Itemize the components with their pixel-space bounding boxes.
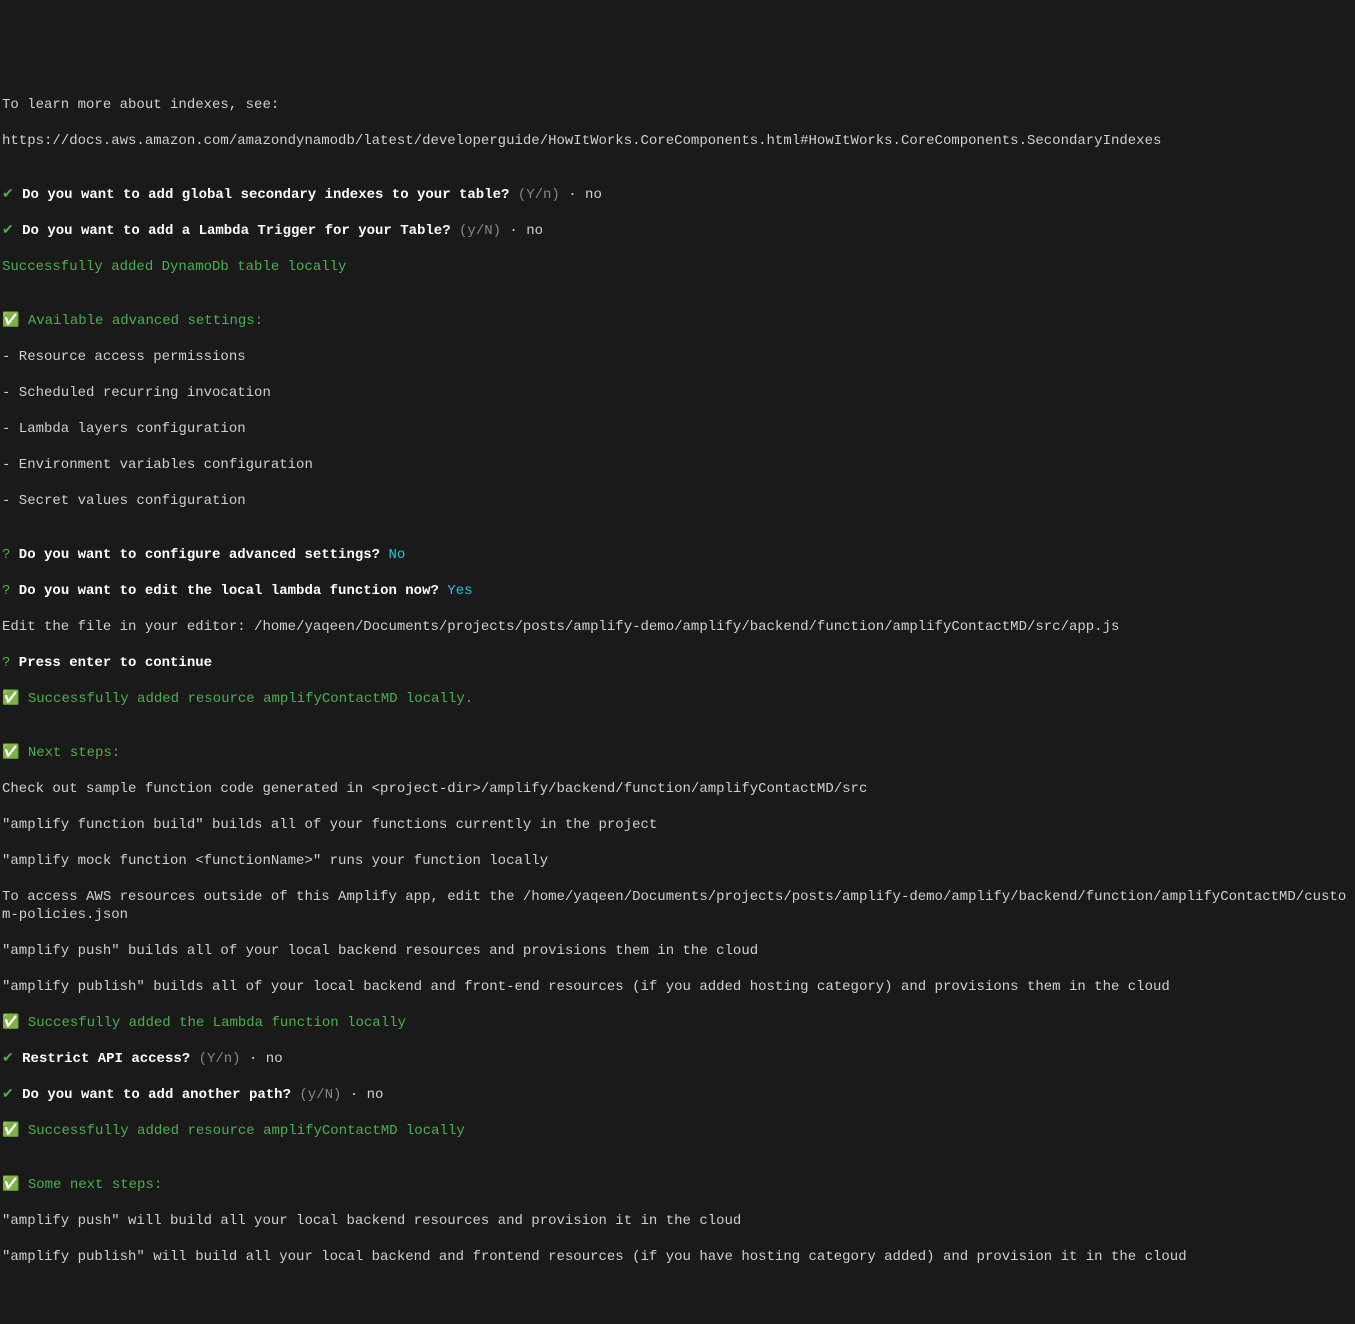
success-line: ✅ Succesfully added the Lambda function … bbox=[2, 1014, 1353, 1032]
separator: · bbox=[509, 223, 517, 239]
prompt-hint: (Y/n) bbox=[190, 1051, 249, 1067]
text-line: To learn more about indexes, see: bbox=[2, 96, 1353, 114]
check-icon: ✔ bbox=[2, 1087, 14, 1103]
heading-text: Some next steps: bbox=[28, 1177, 162, 1193]
success-message: Successfully added DynamoDb table locall… bbox=[2, 258, 1353, 276]
prompt-line: ? Press enter to continue bbox=[2, 654, 1353, 672]
separator: · bbox=[249, 1051, 257, 1067]
heading-text: Next steps: bbox=[28, 745, 120, 761]
prompt-answer: no bbox=[577, 187, 602, 203]
checkbox-icon: ✅ bbox=[2, 1123, 28, 1139]
prompt-hint: (Y/n) bbox=[509, 187, 568, 203]
prompt-line: ✔ Do you want to add a Lambda Trigger fo… bbox=[2, 222, 1353, 240]
success-line: ✅ Successfully added resource amplifyCon… bbox=[2, 1122, 1353, 1140]
checkbox-icon: ✅ bbox=[2, 745, 28, 761]
prompt-hint: (y/N) bbox=[291, 1087, 350, 1103]
prompt-question: Do you want to configure advanced settin… bbox=[10, 547, 380, 563]
list-item: - Scheduled recurring invocation bbox=[2, 384, 1353, 402]
text-line: "amplify push" will build all your local… bbox=[2, 1212, 1353, 1230]
prompt-answer: no bbox=[257, 1051, 282, 1067]
text-line: "amplify mock function <functionName>" r… bbox=[2, 852, 1353, 870]
prompt-line: ? Do you want to configure advanced sett… bbox=[2, 546, 1353, 564]
terminal-output: To learn more about indexes, see: https:… bbox=[2, 78, 1353, 1284]
url-line: https://docs.aws.amazon.com/amazondynamo… bbox=[2, 132, 1353, 150]
checkbox-icon: ✅ bbox=[2, 1177, 28, 1193]
success-line: ✅ Successfully added resource amplifyCon… bbox=[2, 690, 1353, 708]
heading-line: ✅ Some next steps: bbox=[2, 1176, 1353, 1194]
text-line: "amplify function build" builds all of y… bbox=[2, 816, 1353, 834]
success-message: Successfully added resource amplifyConta… bbox=[28, 691, 473, 707]
prompt-hint: (y/N) bbox=[451, 223, 510, 239]
checkbox-icon: ✅ bbox=[2, 1015, 28, 1031]
prompt-question: Press enter to continue bbox=[10, 655, 212, 671]
check-icon: ✔ bbox=[2, 1051, 14, 1067]
prompt-question: Do you want to add another path? bbox=[14, 1087, 291, 1103]
text-line: "amplify push" builds all of your local … bbox=[2, 942, 1353, 960]
heading-line: ✅ Available advanced settings: bbox=[2, 312, 1353, 330]
prompt-answer: No bbox=[380, 547, 405, 563]
separator: · bbox=[350, 1087, 358, 1103]
list-item: - Lambda layers configuration bbox=[2, 420, 1353, 438]
text-line: Check out sample function code generated… bbox=[2, 780, 1353, 798]
prompt-question: Do you want to add a Lambda Trigger for … bbox=[14, 223, 451, 239]
text-line: "amplify publish" will build all your lo… bbox=[2, 1248, 1353, 1266]
success-message: Successfully added resource amplifyConta… bbox=[28, 1123, 465, 1139]
success-message: Succesfully added the Lambda function lo… bbox=[28, 1015, 406, 1031]
check-icon: ✔ bbox=[2, 187, 14, 203]
heading-text: Available advanced settings: bbox=[28, 313, 263, 329]
list-item: - Resource access permissions bbox=[2, 348, 1353, 366]
prompt-answer: Yes bbox=[439, 583, 473, 599]
heading-line: ✅ Next steps: bbox=[2, 744, 1353, 762]
list-item: - Secret values configuration bbox=[2, 492, 1353, 510]
prompt-answer: no bbox=[358, 1087, 383, 1103]
prompt-line: ✔ Do you want to add global secondary in… bbox=[2, 186, 1353, 204]
prompt-question: Do you want to edit the local lambda fun… bbox=[10, 583, 438, 599]
text-line: To access AWS resources outside of this … bbox=[2, 888, 1353, 924]
prompt-line: ✔ Restrict API access? (Y/n) · no bbox=[2, 1050, 1353, 1068]
prompt-line: ✔ Do you want to add another path? (y/N)… bbox=[2, 1086, 1353, 1104]
checkbox-icon: ✅ bbox=[2, 691, 28, 707]
prompt-line: ? Do you want to edit the local lambda f… bbox=[2, 582, 1353, 600]
separator: · bbox=[568, 187, 576, 203]
text-line: Edit the file in your editor: /home/yaqe… bbox=[2, 618, 1353, 636]
text-line: "amplify publish" builds all of your loc… bbox=[2, 978, 1353, 996]
checkbox-icon: ✅ bbox=[2, 313, 28, 329]
list-item: - Environment variables configuration bbox=[2, 456, 1353, 474]
prompt-question: Do you want to add global secondary inde… bbox=[14, 187, 510, 203]
prompt-answer: no bbox=[518, 223, 543, 239]
check-icon: ✔ bbox=[2, 223, 14, 239]
prompt-question: Restrict API access? bbox=[14, 1051, 190, 1067]
